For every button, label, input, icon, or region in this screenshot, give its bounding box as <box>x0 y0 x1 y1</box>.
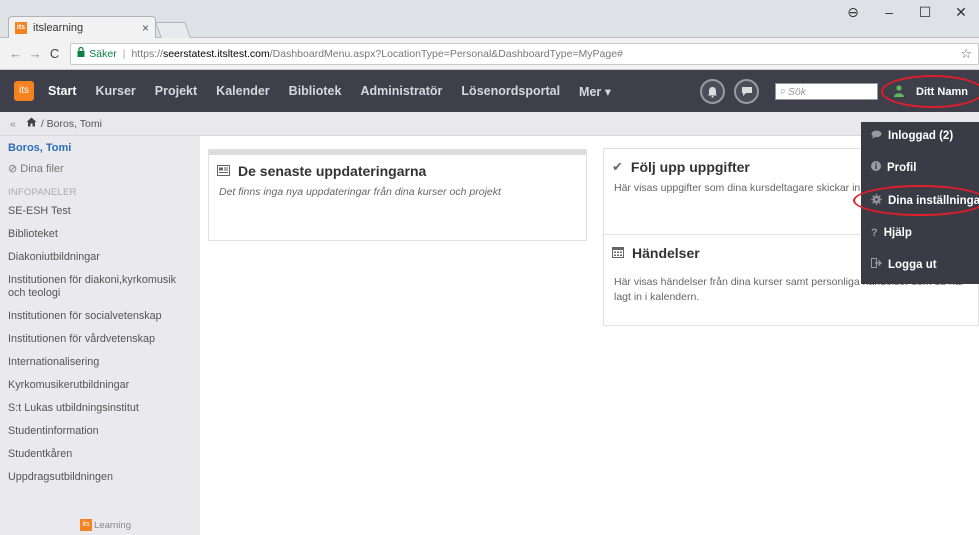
gear-icon <box>871 194 882 208</box>
sidebar-item-institutionen-socialvetenskap[interactable]: Institutionen för socialvetenskap <box>0 305 200 328</box>
minimize-button[interactable]: – <box>871 4 907 20</box>
sidebar-user-name[interactable]: Boros, Tomi <box>0 138 200 158</box>
browser-toolbar: ← → C Säker | https://seerstatest.itslte… <box>0 38 979 70</box>
sidebar-item-diakoniutbildningar[interactable]: Diakoniutbildningar <box>0 246 200 269</box>
url-path: /DashboardMenu.aspx?LocationType=Persona… <box>269 47 623 60</box>
nav-start[interactable]: Start <box>48 84 76 98</box>
itslearning-favicon-icon: its <box>15 21 27 34</box>
user-menu-button[interactable]: Ditt Namn <box>884 78 979 105</box>
nav-losenordsportal[interactable]: Lösenordsportal <box>461 84 560 98</box>
calendar-icon <box>612 246 624 261</box>
url-scheme: https:// <box>131 47 163 60</box>
window-controls: ⊖ – ☐ ✕ <box>835 0 979 24</box>
lock-icon <box>77 46 85 60</box>
logout-icon <box>871 258 882 271</box>
menu-item-label: Dina inställningar <box>888 195 979 207</box>
tasks-title: Följ upp uppgifter <box>630 159 750 175</box>
forward-arrow-icon[interactable]: → <box>25 46 44 61</box>
sidebar-item-label: Dina filer <box>20 163 64 175</box>
sidebar-item-biblioteket[interactable]: Biblioteket <box>0 223 200 246</box>
sidebar: Boros, Tomi ⊘ Dina filer INFOPANELER SE-… <box>0 136 200 535</box>
collapse-sidebar-icon[interactable]: « <box>10 118 16 130</box>
menu-item-label: Hjälp <box>883 227 912 239</box>
menu-item-profil[interactable]: Profil <box>871 161 916 174</box>
nav-projekt[interactable]: Projekt <box>155 84 197 98</box>
files-icon: ⊘ <box>8 163 18 175</box>
address-bar[interactable]: Säker | https://seerstatest.itsltest.com… <box>70 42 979 65</box>
sidebar-section-heading: INFOPANELER <box>8 187 77 198</box>
menu-item-label: Inloggad (2) <box>888 130 954 142</box>
bookmark-star-icon[interactable]: ☆ <box>960 46 972 62</box>
itslearning-footer-logo: its Learning <box>80 519 131 531</box>
notifications-bell-icon[interactable] <box>700 79 725 104</box>
app-top-bar: its Start Kurser Projekt Kalender Biblio… <box>0 70 979 112</box>
sidebar-item-studentkaren[interactable]: Studentkåren <box>0 443 200 466</box>
tab-title: itslearning <box>33 21 84 34</box>
chat-icon <box>871 130 882 142</box>
search-placeholder: Sök <box>787 85 806 98</box>
search-input[interactable]: ⌕ Sök <box>775 83 878 100</box>
sidebar-item-kyrkomusikerutbildningar[interactable]: Kyrkomusikerutbildningar <box>0 374 200 397</box>
search-icon: ⌕ <box>780 85 786 97</box>
sidebar-item-institutionen-vardvetenskap[interactable]: Institutionen för vårdvetenskap <box>0 328 200 351</box>
home-icon[interactable] <box>26 117 37 130</box>
browser-tabstrip: its itslearning × ⊖ – ☐ ✕ <box>0 0 979 38</box>
user-name-label: Ditt Namn <box>916 85 968 98</box>
footer-logo-text: Learning <box>94 519 131 531</box>
itslearning-logo-icon: its <box>80 519 92 531</box>
updates-empty-text: Det finns inga nya uppdateringar från di… <box>219 186 501 198</box>
close-window-button[interactable]: ✕ <box>943 4 979 21</box>
itslearning-logo[interactable]: its <box>14 81 34 101</box>
tab-close-icon[interactable]: × <box>142 21 149 35</box>
profile-icon[interactable]: ⊖ <box>835 4 871 21</box>
browser-tab[interactable]: its itslearning × <box>8 16 156 38</box>
messages-chat-icon[interactable] <box>734 79 759 104</box>
nav-kurser[interactable]: Kurser <box>95 84 135 98</box>
sidebar-item-files[interactable]: ⊘ Dina filer <box>0 158 200 181</box>
maximize-button[interactable]: ☐ <box>907 4 943 21</box>
menu-item-dina-installningar[interactable]: Dina inställningar <box>871 194 979 208</box>
breadcrumb-text[interactable]: / Boros, Tomi <box>41 118 102 130</box>
back-arrow-icon[interactable]: ← <box>6 46 25 61</box>
user-dropdown-menu: Inloggad (2) Profil Dina inställningar ?… <box>861 122 979 284</box>
sidebar-item-internationalisering[interactable]: Internationalisering <box>0 351 200 374</box>
menu-item-label: Profil <box>887 161 917 174</box>
menu-item-logga-ut[interactable]: Logga ut <box>871 258 937 271</box>
reload-icon[interactable]: C <box>45 46 64 61</box>
menu-item-hjalp[interactable]: ? Hjälp <box>871 227 912 239</box>
updates-title: De senaste uppdateringarna <box>238 163 427 179</box>
sidebar-item-uppdragsutbildningen[interactable]: Uppdragsutbildningen <box>0 466 200 489</box>
nav-mer[interactable]: Mer ▾ <box>579 84 611 99</box>
nav-kalender[interactable]: Kalender <box>216 84 270 98</box>
info-icon <box>871 161 881 174</box>
sidebar-item-institutionen-diakoni[interactable]: Institutionen för diakoni,kyrkomusik och… <box>0 269 200 305</box>
sidebar-item-studentinformation[interactable]: Studentinformation <box>0 420 200 443</box>
menu-item-label: Logga ut <box>888 258 937 271</box>
nav-bibliotek[interactable]: Bibliotek <box>289 84 342 98</box>
url-host: seerstatest.itsltest.com <box>162 47 270 60</box>
breadcrumb: « / Boros, Tomi <box>0 112 979 136</box>
url-separator: | <box>122 47 126 60</box>
user-avatar-icon <box>894 84 904 100</box>
sidebar-item-se-esh-test[interactable]: SE-ESH Test <box>0 200 200 223</box>
updates-card: De senaste uppdateringarna Det finns ing… <box>208 149 587 241</box>
updates-card-title: De senaste uppdateringarna <box>209 155 586 179</box>
main-nav: Start Kurser Projekt Kalender Bibliotek … <box>48 84 630 99</box>
news-icon <box>217 164 230 179</box>
events-title: Händelser <box>632 245 700 261</box>
question-icon: ? <box>871 227 878 239</box>
secure-label: Säker <box>89 47 117 60</box>
nav-administrator[interactable]: Administratör <box>360 84 442 98</box>
new-tab-button[interactable] <box>155 22 191 38</box>
sidebar-item-st-lukas[interactable]: S:t Lukas utbildningsinstitut <box>0 397 200 420</box>
menu-item-inloggad[interactable]: Inloggad (2) <box>871 130 953 142</box>
checkmark-icon: ✔ <box>612 159 623 174</box>
